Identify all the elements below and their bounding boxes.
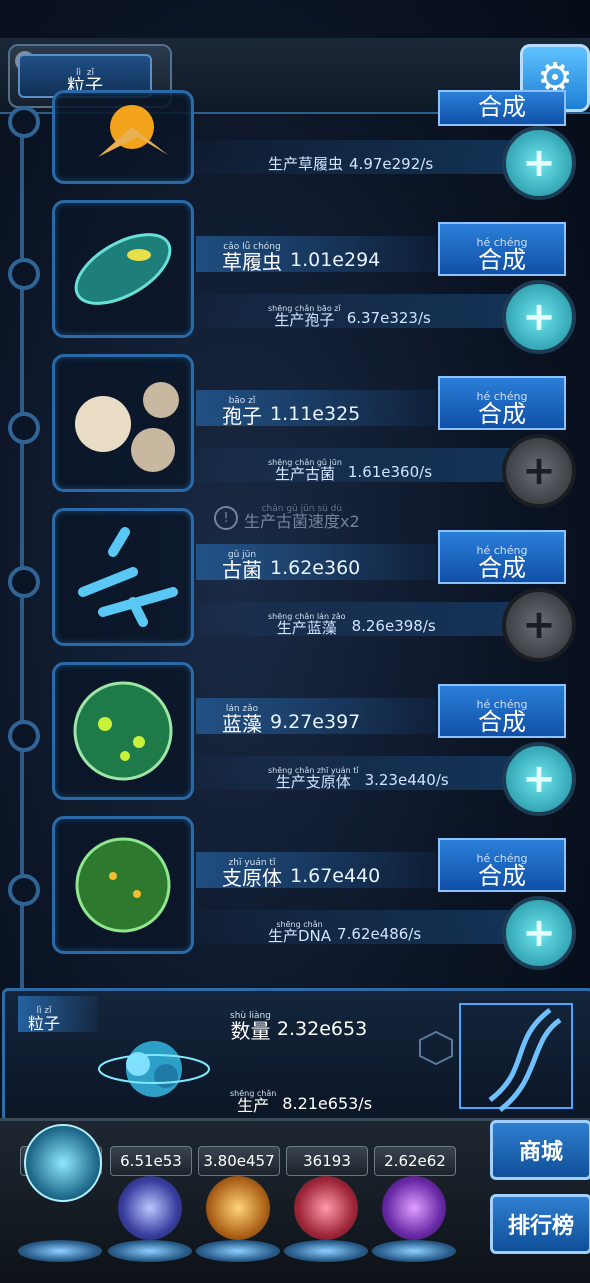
produce-row-5: shēng chǎn 生产DNA 7.62e486/s: [190, 910, 510, 944]
plus-button-3[interactable]: +: [502, 588, 576, 662]
plus-icon: +: [522, 448, 556, 494]
produce-label: 生产草履虫: [268, 155, 344, 173]
energy-orb-button[interactable]: [118, 1176, 182, 1240]
produce-row-4: shēng chǎn zhī yuán tǐ 生产支原体 3.23e440/s: [190, 756, 510, 790]
plus-button-4[interactable]: +: [502, 742, 576, 816]
spine-line: [20, 112, 24, 992]
produce-row-0: 生产草履虫 4.97e292/s: [190, 140, 510, 174]
item-card-paramecium[interactable]: [52, 200, 194, 338]
plus-icon: +: [522, 910, 556, 956]
spine-node: [8, 720, 40, 752]
plus-button-5[interactable]: +: [502, 896, 576, 970]
cyanobacteria-icon: [73, 681, 173, 781]
resource-count: 2.32e653: [276, 1018, 368, 1041]
plus-button-0[interactable]: +: [502, 126, 576, 200]
produce-value: 4.97e292/s: [349, 155, 434, 174]
spine-node: [8, 874, 40, 906]
synth-button-2[interactable]: hé chéng 合成: [438, 376, 566, 430]
paramecium-icon: [74, 233, 172, 305]
produce-row-3: shēng chǎn lán zǎo 生产蓝藻 8.26e398/s: [190, 602, 510, 636]
pedestal: [284, 1240, 368, 1262]
item-name-row-3: gǔ jūn 古菌 1.62e360: [196, 544, 436, 580]
slot-label-4: 2.62e62: [374, 1146, 456, 1176]
spine-node: [8, 106, 40, 138]
resource-rate: 8.21e653/s: [282, 1094, 373, 1113]
pedestal: [372, 1240, 456, 1262]
resource-rate-row: shēng chǎn 生产 8.21e653/s: [230, 1089, 373, 1115]
particle-icon: [98, 1041, 210, 1097]
plus-button-2[interactable]: +: [502, 434, 576, 508]
leaderboard-button[interactable]: 排行榜: [490, 1194, 590, 1254]
slot-label-2: 3.80e457: [198, 1146, 280, 1176]
plus-icon: +: [522, 294, 556, 340]
produce-row-1: shēng chǎn bāo zǐ 生产孢子 6.37e323/s: [190, 294, 510, 328]
spine-node: [8, 412, 40, 444]
spine-node: [8, 566, 40, 598]
pedestal: [196, 1240, 280, 1262]
item-card-archaea[interactable]: [52, 508, 194, 646]
item-value: 1.01e294: [290, 249, 381, 272]
item-card-cyanobacteria[interactable]: [52, 662, 194, 800]
particle-orb-button[interactable]: [24, 1124, 102, 1202]
dna-icon: [419, 1003, 573, 1112]
plus-icon: +: [522, 756, 556, 802]
synth-button-0[interactable]: 合成: [438, 90, 566, 126]
item-card-mycoplasma[interactable]: [52, 816, 194, 954]
pedestal: [18, 1240, 102, 1262]
item-name-row-4: lán zǎo 蓝藻 9.27e397: [196, 698, 436, 734]
brain-orb-button[interactable]: [294, 1176, 358, 1240]
star-orb-button[interactable]: [206, 1176, 270, 1240]
synth-button-1[interactable]: hé chéng 合成: [438, 222, 566, 276]
amoeba-icon: [98, 105, 168, 157]
spine-node: [8, 258, 40, 290]
plus-icon: +: [522, 602, 556, 648]
pedestal: [108, 1240, 192, 1262]
produce-row-2: shēng chǎn gǔ jūn 生产古菌 1.61e360/s: [190, 448, 510, 482]
galaxy-orb-button[interactable]: [382, 1176, 446, 1240]
synth-button-5[interactable]: hé chéng 合成: [438, 838, 566, 892]
mycoplasma-icon: [75, 837, 171, 933]
spore-icon: [75, 382, 179, 472]
plus-button-1[interactable]: +: [502, 280, 576, 354]
item-name-row-1: cǎo lǚ chóng 草履虫 1.01e294: [196, 236, 436, 272]
item-card-amoeba[interactable]: [52, 90, 194, 184]
resource-count-row: shù liàng 数量 2.32e653: [230, 1011, 368, 1043]
slot-label-3: 36193: [286, 1146, 368, 1176]
speed-hint: ! chǎn gǔ jūn sù dù 生产古菌速度x2: [214, 500, 360, 530]
resource-tab: lì zǐ 粒子: [18, 996, 98, 1032]
shop-button[interactable]: 商城: [490, 1120, 590, 1180]
item-card-spore[interactable]: [52, 354, 194, 492]
archaea-icon: [78, 527, 178, 627]
synth-button-3[interactable]: hé chéng 合成: [438, 530, 566, 584]
plus-icon: +: [522, 140, 556, 186]
slot-label-1: 6.51e53: [110, 1146, 192, 1176]
info-icon: !: [214, 506, 238, 530]
synth-button-4[interactable]: hé chéng 合成: [438, 684, 566, 738]
item-name-row-2: bāo zǐ 孢子 1.11e325: [196, 390, 436, 426]
item-name-row-5: zhī yuán tǐ 支原体 1.67e440: [196, 852, 436, 888]
